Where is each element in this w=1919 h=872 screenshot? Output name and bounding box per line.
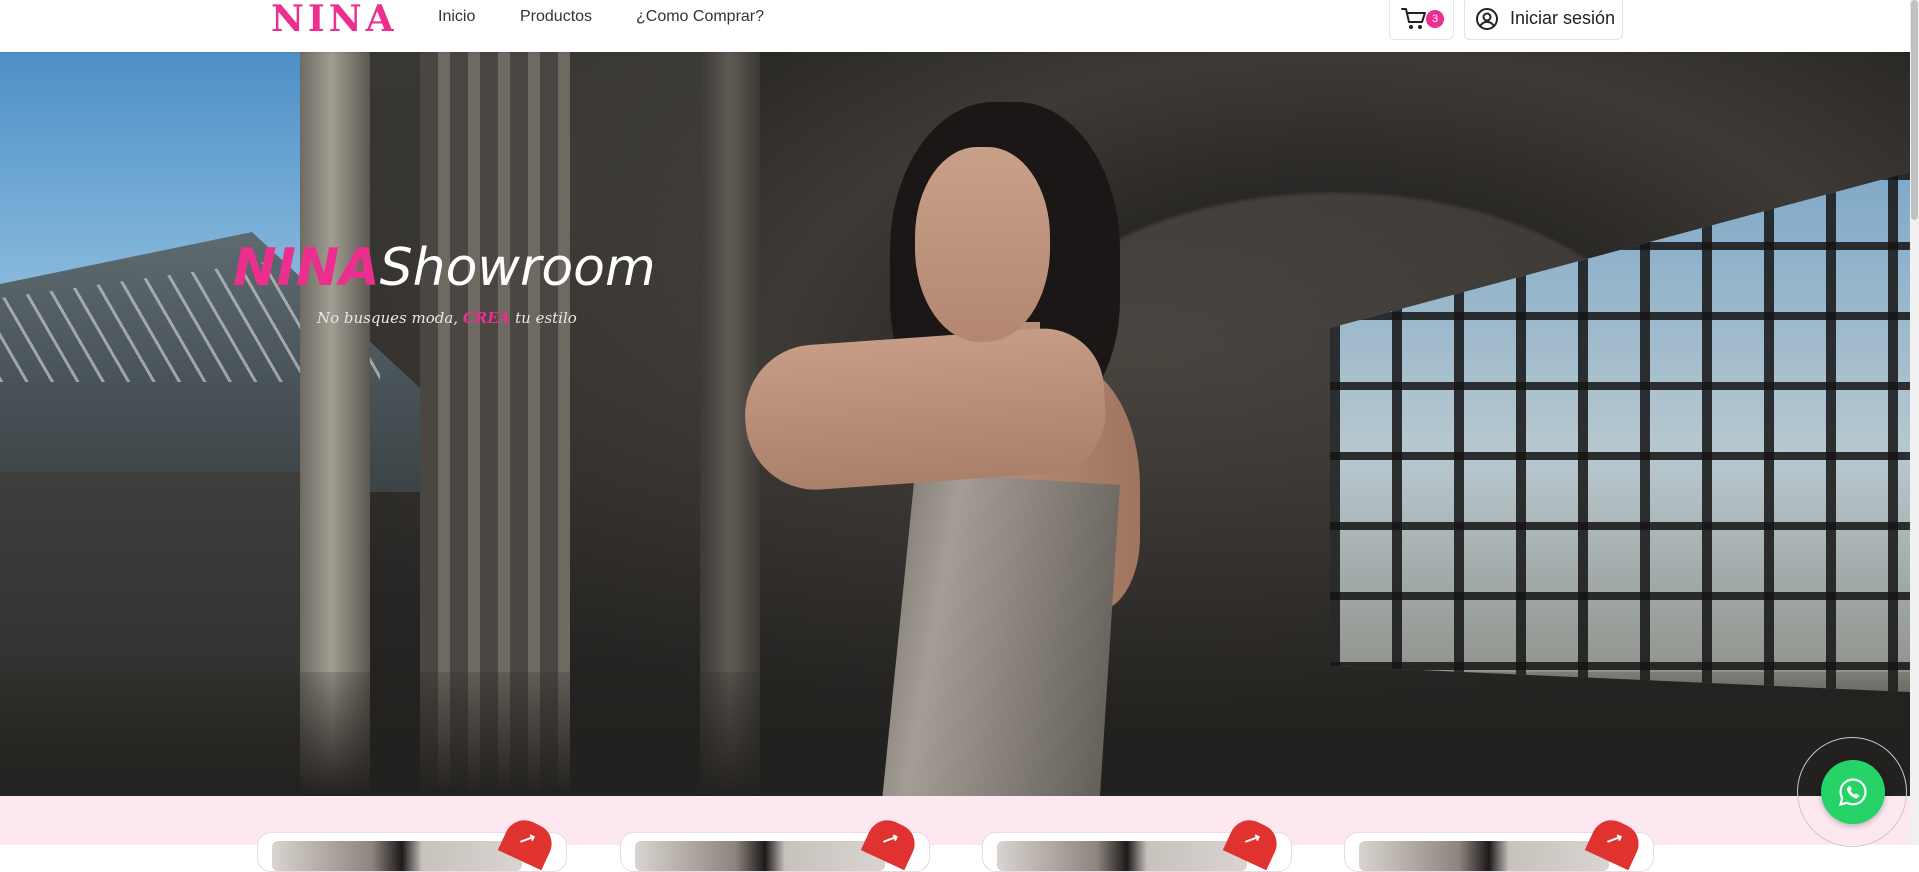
product-image[interactable]	[1359, 841, 1609, 871]
hero-title-word: Showroom	[379, 238, 656, 298]
sale-tag-icon	[1245, 834, 1261, 843]
whatsapp-button[interactable]	[1821, 760, 1885, 824]
scrollbar-thumb[interactable]	[1911, 0, 1918, 220]
login-label: Iniciar sesión	[1510, 8, 1616, 28]
hero-title-brand: NINA	[233, 238, 380, 298]
sale-tag-icon	[1607, 834, 1623, 843]
product-image[interactable]	[997, 841, 1247, 871]
whatsapp-icon	[1838, 778, 1867, 807]
login-button[interactable]: Iniciar sesión	[1464, 0, 1623, 40]
brand-logo[interactable]: NINA	[271, 0, 398, 40]
product-image[interactable]	[272, 841, 522, 871]
product-card[interactable]	[257, 813, 567, 872]
user-circle-icon	[1476, 8, 1498, 30]
product-image[interactable]	[635, 841, 885, 871]
hero-subtitle-before: No busques moda,	[317, 309, 459, 327]
product-card[interactable]	[982, 813, 1292, 872]
product-card[interactable]	[1344, 813, 1654, 872]
nav-link-inicio[interactable]: Inicio	[438, 8, 475, 26]
hero-subtitle: No busques moda, CREA tu estilo	[317, 309, 577, 327]
hero-subtitle-accent: CREA	[462, 309, 511, 327]
sale-tag-icon	[883, 834, 899, 843]
nav-link-productos[interactable]: Productos	[520, 8, 592, 26]
model-arm	[740, 324, 1110, 495]
cart-count-badge: 3	[1426, 10, 1444, 28]
products-section	[0, 796, 1910, 872]
hero-banner: NINAShowroom No busques moda, CREA tu es…	[0, 52, 1910, 796]
model-dress	[882, 472, 1120, 796]
product-card[interactable]	[620, 813, 930, 872]
top-navbar: NINA Inicio Productos ¿Como Comprar? 3 I…	[0, 0, 1910, 52]
hero-subtitle-after: tu estilo	[515, 309, 577, 327]
hero-title: NINAShowroom	[233, 237, 656, 299]
sale-tag-icon	[520, 834, 536, 843]
nav-link-como-comprar[interactable]: ¿Como Comprar?	[636, 8, 764, 26]
model-face	[915, 147, 1050, 342]
shopping-cart-icon	[1401, 8, 1426, 29]
cart-button[interactable]: 3	[1389, 0, 1454, 40]
page-scrollbar[interactable]	[1910, 0, 1919, 845]
